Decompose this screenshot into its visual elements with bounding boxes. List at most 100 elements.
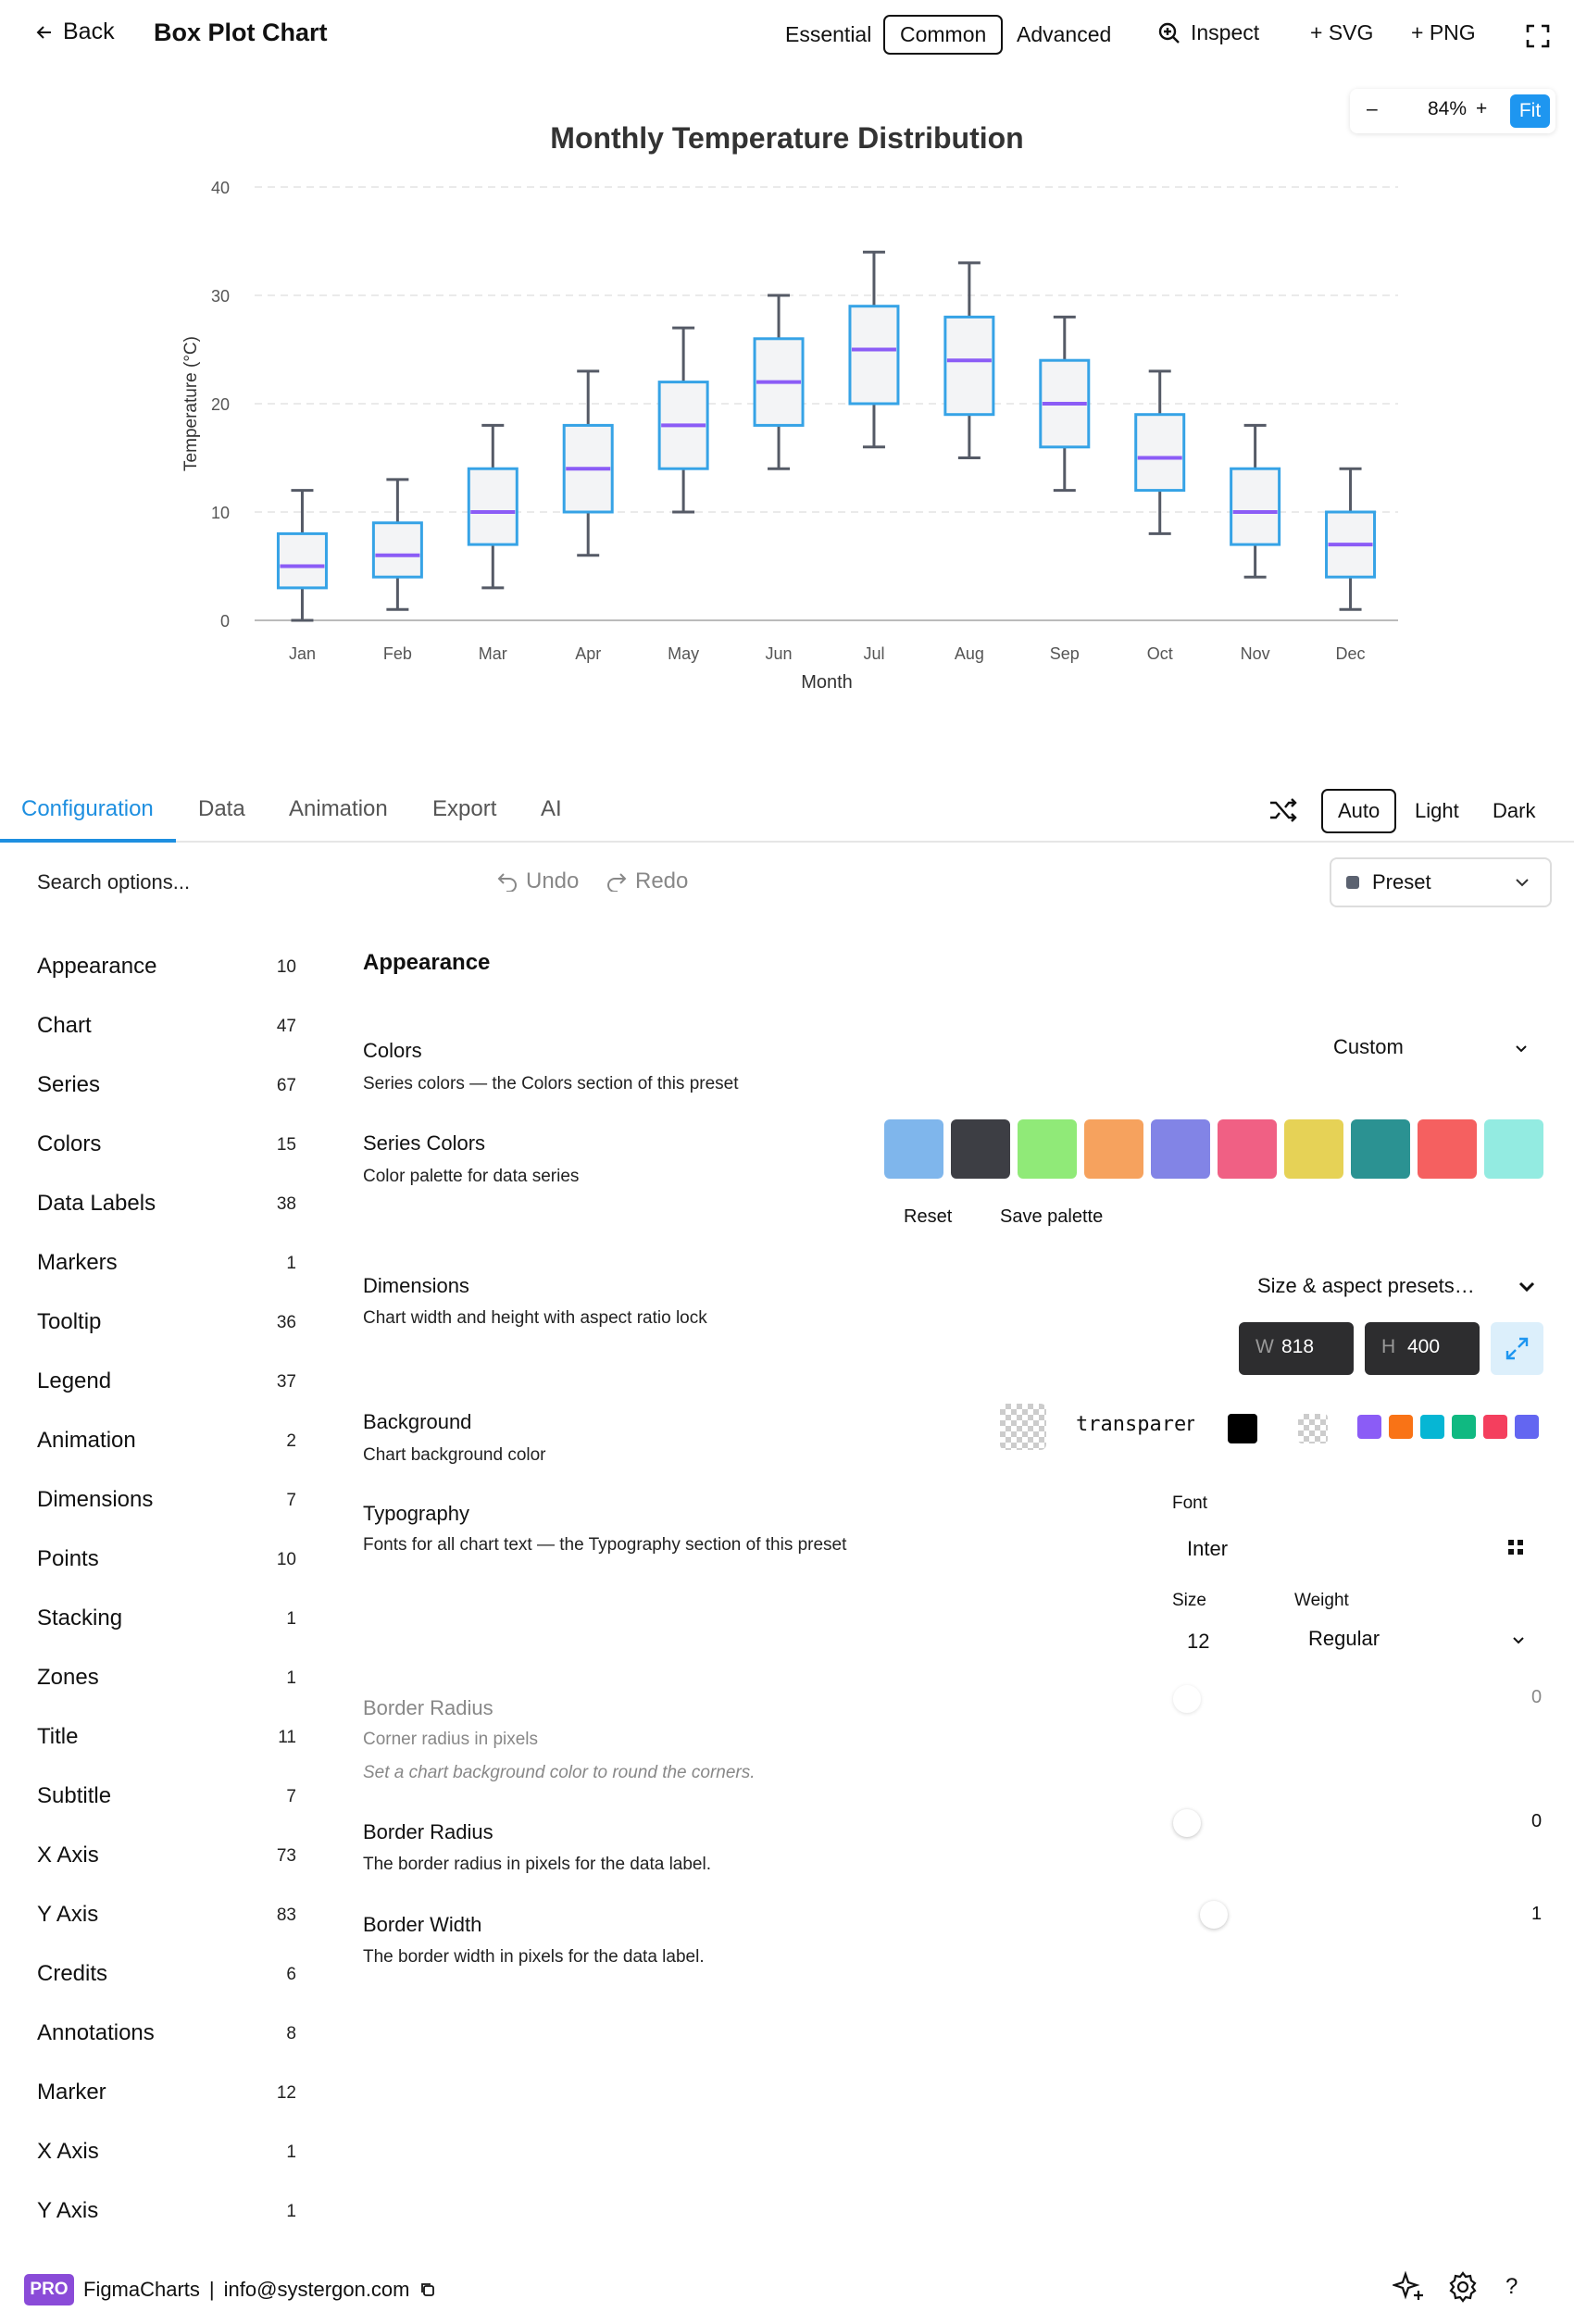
reset-palette-button[interactable]: Reset xyxy=(904,1206,952,1228)
sidebar-item-credits[interactable]: Credits 6 xyxy=(37,1961,296,1998)
series-colors-label: Series Colors xyxy=(363,1131,486,1155)
quick-background-swatch[interactable] xyxy=(1483,1415,1507,1439)
sidebar-item-tooltip[interactable]: Tooltip 36 xyxy=(37,1309,296,1346)
back-button[interactable]: Back xyxy=(35,19,115,45)
sidebar-item-y-axis[interactable]: Y Axis 83 xyxy=(37,1902,296,1939)
palette-color-swatch[interactable] xyxy=(1484,1119,1543,1179)
sidebar-item-subtitle[interactable]: Subtitle 7 xyxy=(37,1783,296,1820)
sidebar-item-title[interactable]: Title 11 xyxy=(37,1724,296,1761)
shuffle-theme-button[interactable] xyxy=(1268,796,1298,829)
mode-advanced[interactable]: Advanced xyxy=(1000,15,1128,55)
palette-color-swatch[interactable] xyxy=(1418,1119,1477,1179)
palette-color-swatch[interactable] xyxy=(1351,1119,1410,1179)
box-plot-chart: Monthly Temperature Distribution 0 10 20 30… xyxy=(181,121,1398,693)
palette-color-swatch[interactable] xyxy=(1284,1119,1343,1179)
font-size-input[interactable]: 12 xyxy=(1187,1630,1209,1654)
aspect-lock-button[interactable] xyxy=(1491,1322,1543,1375)
sidebar-item-colors[interactable]: Colors 15 xyxy=(37,1131,296,1168)
y-axis-label: Temperature (°C) xyxy=(181,336,201,471)
width-input[interactable]: W 818 xyxy=(1239,1322,1354,1375)
palette-color-swatch[interactable] xyxy=(884,1119,943,1179)
font-weight-select[interactable]: Regular xyxy=(1308,1627,1530,1651)
sidebar-item-marker[interactable]: Marker 12 xyxy=(37,2080,296,2117)
sidebar-item-zones[interactable]: Zones 1 xyxy=(37,1665,296,1702)
palette-color-swatch[interactable] xyxy=(1084,1119,1143,1179)
transparent-background-swatch[interactable] xyxy=(1298,1414,1328,1443)
font-picker-icon[interactable] xyxy=(1507,1539,1524,1556)
quick-background-swatch[interactable] xyxy=(1515,1415,1539,1439)
inspect-button[interactable]: Inspect xyxy=(1157,20,1259,45)
sidebar-item-annotations[interactable]: Annotations 8 xyxy=(37,2020,296,2057)
help-button[interactable]: ? xyxy=(1505,2274,1518,2300)
add-svg-button[interactable]: + SVG xyxy=(1310,20,1373,45)
sidebar-item-count: 6 xyxy=(286,1965,296,1984)
save-palette-button[interactable]: Save palette xyxy=(1000,1206,1103,1228)
tab-configuration[interactable]: Configuration xyxy=(21,796,154,822)
theme-light[interactable]: Light xyxy=(1398,789,1476,833)
tab-export[interactable]: Export xyxy=(432,796,496,822)
palette-color-swatch[interactable] xyxy=(1151,1119,1210,1179)
undo-button[interactable]: Undo xyxy=(496,868,579,894)
sparkles-icon[interactable] xyxy=(1393,2270,1426,2304)
sidebar-item-appearance[interactable]: Appearance 10 xyxy=(37,954,296,991)
sidebar-item-count: 1 xyxy=(286,2202,296,2221)
tab-data[interactable]: Data xyxy=(198,796,245,822)
black-background-swatch[interactable] xyxy=(1228,1414,1257,1443)
height-input[interactable]: H 400 xyxy=(1365,1322,1480,1375)
border-width-slider[interactable] xyxy=(1200,1901,1228,1929)
sidebar-item-label: Data Labels xyxy=(37,1191,156,1216)
x-tick-label: Sep xyxy=(1050,644,1080,663)
footer-separator: | xyxy=(208,2278,215,2301)
sidebar-item-x-axis[interactable]: X Axis 1 xyxy=(37,2139,296,2176)
sidebar-item-animation[interactable]: Animation 2 xyxy=(37,1428,296,1465)
box-jul xyxy=(848,250,900,449)
fullscreen-icon xyxy=(1526,24,1550,48)
tab-ai[interactable]: AI xyxy=(541,796,562,822)
sidebar-item-count: 37 xyxy=(276,1372,296,1392)
theme-auto[interactable]: Auto xyxy=(1321,789,1397,833)
width-value: 818 xyxy=(1281,1336,1315,1357)
palette-color-swatch[interactable] xyxy=(951,1119,1010,1179)
sidebar-item-x-axis[interactable]: X Axis 73 xyxy=(37,1843,296,1880)
sidebar-item-markers[interactable]: Markers 1 xyxy=(37,1250,296,1287)
quick-background-swatch[interactable] xyxy=(1452,1415,1476,1439)
quick-background-swatch[interactable] xyxy=(1420,1415,1444,1439)
tab-animation[interactable]: Animation xyxy=(289,796,388,822)
border-width-desc: The border width in pixels for the data … xyxy=(363,1947,705,1967)
font-select[interactable]: Inter xyxy=(1187,1537,1228,1561)
sidebar-item-points[interactable]: Points 10 xyxy=(37,1546,296,1583)
sidebar-item-y-axis[interactable]: Y Axis 1 xyxy=(37,2198,296,2235)
size-presets-select[interactable]: Size & aspect presets… xyxy=(1257,1274,1539,1298)
sidebar-item-legend[interactable]: Legend 37 xyxy=(37,1368,296,1406)
y-tick-label: 20 xyxy=(211,395,230,414)
copy-icon[interactable] xyxy=(419,2281,436,2298)
palette-color-swatch[interactable] xyxy=(1218,1119,1277,1179)
sidebar-item-stacking[interactable]: Stacking 1 xyxy=(37,1606,296,1643)
add-png-button[interactable]: + PNG xyxy=(1411,20,1476,45)
sidebar-item-data-labels[interactable]: Data Labels 38 xyxy=(37,1191,296,1228)
search-options-input[interactable]: Search options... xyxy=(37,870,190,894)
background-color-swatch[interactable] xyxy=(1000,1404,1046,1450)
palette-color-swatch[interactable] xyxy=(1018,1119,1077,1179)
chevron-down-icon xyxy=(1516,879,1529,887)
sidebar-item-chart[interactable]: Chart 47 xyxy=(37,1013,296,1050)
gear-icon[interactable] xyxy=(1446,2270,1480,2304)
contact-email[interactable]: info@systergon.com xyxy=(224,2278,410,2302)
chart-grid xyxy=(255,186,1398,621)
mode-essential[interactable]: Essential xyxy=(768,15,888,55)
quick-background-swatch[interactable] xyxy=(1389,1415,1413,1439)
sidebar-item-series[interactable]: Series 67 xyxy=(37,1072,296,1109)
colors-select[interactable]: Custom xyxy=(1333,1035,1537,1065)
sidebar-item-count: 1 xyxy=(286,1254,296,1273)
quick-background-swatch[interactable] xyxy=(1357,1415,1381,1439)
box-feb xyxy=(371,478,423,611)
mode-common[interactable]: Common xyxy=(883,15,1004,55)
background-color-input[interactable]: transparent xyxy=(1076,1413,1194,1443)
redo-button[interactable]: Redo xyxy=(606,868,688,894)
preset-select[interactable]: Preset xyxy=(1330,857,1552,907)
arrow-left-icon xyxy=(36,25,51,39)
sidebar-item-dimensions[interactable]: Dimensions 7 xyxy=(37,1487,296,1524)
fullscreen-button[interactable] xyxy=(1526,24,1550,53)
border-radius-slider[interactable] xyxy=(1173,1809,1201,1837)
theme-dark[interactable]: Dark xyxy=(1476,789,1552,833)
